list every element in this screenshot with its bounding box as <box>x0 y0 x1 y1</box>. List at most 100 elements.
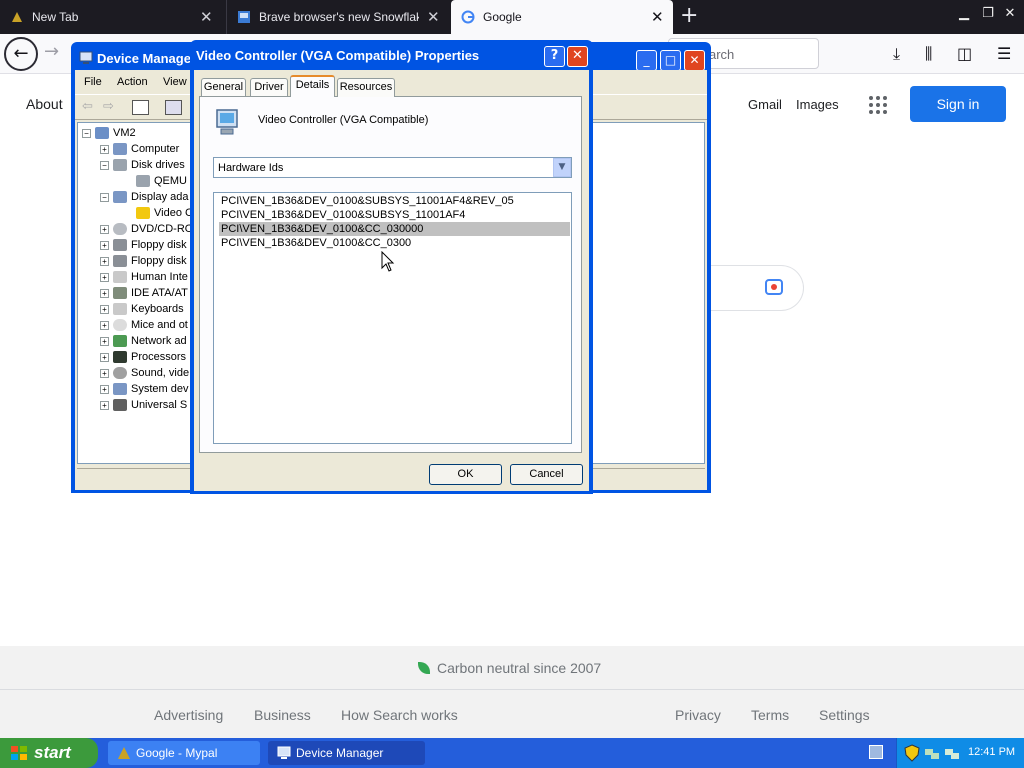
camera-lens-icon[interactable] <box>765 279 783 295</box>
close-dialog-icon[interactable]: ✕ <box>567 46 588 67</box>
list-item-selected[interactable]: PCI\VEN_1B36&DEV_0100&CC_030000 <box>219 222 570 236</box>
dialog-title: Video Controller (VGA Compatible) Proper… <box>196 48 480 63</box>
cancel-button[interactable]: Cancel <box>510 464 583 485</box>
menu-icon[interactable]: ☰ <box>997 44 1011 63</box>
security-shield-icon[interactable] <box>904 744 920 762</box>
ide-controller-icon <box>113 287 127 300</box>
tab-details[interactable]: Details <box>290 75 335 97</box>
google-g-icon <box>461 10 475 24</box>
carbon-neutral-text[interactable]: Carbon neutral since 2007 <box>437 660 601 676</box>
tree-item-sound-video[interactable]: + Sound, vide <box>100 367 189 383</box>
close-window-icon[interactable]: ✕ <box>1000 6 1020 21</box>
tab-new-tab[interactable]: New Tab ✕ <box>0 0 222 34</box>
tree-item-computer[interactable]: + Computer <box>100 143 179 159</box>
download-icon[interactable]: ⤓ <box>893 44 900 64</box>
tree-item-disk-drives[interactable]: − Disk drives <box>100 159 185 175</box>
tab-resources[interactable]: Resources <box>337 78 395 97</box>
google-search-box[interactable] <box>708 265 804 311</box>
help-icon[interactable]: ? <box>544 46 565 67</box>
tree-item-usb-controllers[interactable]: + Universal S <box>100 399 187 415</box>
search-field-placeholder: arch <box>709 47 735 62</box>
show-hide-tree-icon[interactable] <box>132 100 149 115</box>
floppy-icon <box>113 255 127 268</box>
tree-item-root[interactable]: − VM2 <box>82 127 136 143</box>
network-icon[interactable] <box>924 745 940 761</box>
sidebar-icon[interactable]: ◫ <box>957 44 972 63</box>
settings-link[interactable]: Settings <box>819 707 870 723</box>
usb-icon <box>113 399 127 412</box>
about-link[interactable]: About <box>26 96 63 112</box>
taskbar-item-device-manager[interactable]: Device Manager <box>268 741 425 765</box>
display-adapter-icon <box>216 109 238 135</box>
ok-button[interactable]: OK <box>429 464 502 485</box>
minimize-icon[interactable]: _ <box>636 50 657 71</box>
tree-item-floppy-drives[interactable]: + Floppy disk <box>100 255 187 271</box>
tab-driver[interactable]: Driver <box>250 78 288 97</box>
mypal-icon <box>12 12 22 22</box>
tree-item-system-devices[interactable]: + System dev <box>100 383 188 399</box>
menu-file[interactable]: File <box>84 76 102 88</box>
sign-in-button[interactable]: Sign in <box>910 86 1006 122</box>
taskbar-item-google[interactable]: Google - Mypal <box>108 741 260 765</box>
maximize-icon[interactable]: □ <box>660 50 681 71</box>
privacy-link[interactable]: Privacy <box>675 707 721 723</box>
device-manager-icon <box>277 746 291 759</box>
forward-arrow-icon[interactable]: ⇨ <box>103 99 114 114</box>
list-item[interactable]: PCI\VEN_1B36&DEV_0100&CC_0300 <box>219 236 570 250</box>
close-tab-icon[interactable]: ✕ <box>651 8 664 26</box>
system-device-icon <box>113 383 127 396</box>
property-dropdown[interactable]: Hardware Ids <box>213 157 572 178</box>
forward-button[interactable]: → <box>44 41 59 62</box>
tab-label: New Tab <box>32 10 79 24</box>
device-manager-icon <box>79 51 93 64</box>
apps-grid-icon[interactable] <box>868 95 888 115</box>
tab-brave-article[interactable]: Brave browser's new Snowflake fe ✕ <box>226 0 448 34</box>
tree-item-dvd-cdrom[interactable]: + DVD/CD-RO <box>100 223 193 239</box>
tree-item-display-adapters[interactable]: − Display ada <box>100 191 188 207</box>
menu-view[interactable]: View <box>163 76 187 88</box>
warning-icon <box>136 207 150 220</box>
advertising-link[interactable]: Advertising <box>154 707 223 723</box>
mouse-cursor-icon <box>381 251 395 272</box>
images-link[interactable]: Images <box>796 97 839 112</box>
new-tab-button[interactable]: + <box>680 3 698 28</box>
start-label: start <box>34 743 71 762</box>
network-icon[interactable] <box>944 745 960 761</box>
tree-item-video-controller[interactable]: Video C <box>136 207 193 223</box>
chevron-down-icon[interactable]: ▼ <box>553 158 571 177</box>
terms-link[interactable]: Terms <box>751 707 789 723</box>
tree-item-keyboards[interactable]: + Keyboards <box>100 303 184 319</box>
tree-item-network-adapters[interactable]: + Network ad <box>100 335 187 351</box>
tree-item-processors[interactable]: + Processors <box>100 351 186 367</box>
menu-action[interactable]: Action <box>117 76 148 88</box>
back-arrow-icon[interactable]: ⇦ <box>82 99 93 114</box>
taskbar-item-label: Device Manager <box>296 746 384 760</box>
library-icon[interactable]: ⫼ <box>925 44 932 64</box>
list-item[interactable]: PCI\VEN_1B36&DEV_0100&SUBSYS_11001AF4 <box>219 208 570 222</box>
tab-general[interactable]: General <box>201 78 246 97</box>
mypal-icon <box>118 747 130 759</box>
cd-drive-icon <box>113 223 127 236</box>
close-window-icon[interactable]: ✕ <box>684 50 705 71</box>
minimize-icon[interactable]: ▁ <box>954 6 974 21</box>
tree-item-floppy-controllers[interactable]: + Floppy disk <box>100 239 187 255</box>
close-tab-icon[interactable]: ✕ <box>200 8 213 26</box>
gmail-link[interactable]: Gmail <box>748 97 782 112</box>
restore-icon[interactable]: ❐ <box>978 6 998 21</box>
keyboard-layout-icon[interactable] <box>869 745 883 759</box>
tree-item-mice[interactable]: + Mice and ot <box>100 319 188 335</box>
clock[interactable]: 12:41 PM <box>968 746 1015 758</box>
device-manager-title: Device Manager <box>97 51 196 66</box>
tree-item-ide-ata[interactable]: + IDE ATA/AT <box>100 287 188 303</box>
tree-item-qemu-disk[interactable]: QEMU H <box>136 175 198 191</box>
properties-icon[interactable] <box>165 100 182 115</box>
list-item[interactable]: PCI\VEN_1B36&DEV_0100&SUBSYS_11001AF4&RE… <box>219 194 570 208</box>
business-link[interactable]: Business <box>254 707 311 723</box>
close-tab-icon[interactable]: ✕ <box>427 8 440 26</box>
tab-google[interactable]: Google ✕ <box>451 0 673 34</box>
tree-item-human-interface[interactable]: + Human Inte <box>100 271 188 287</box>
taskbar-item-label: Google - Mypal <box>136 746 218 760</box>
device-name: Video Controller (VGA Compatible) <box>258 114 429 126</box>
how-search-works-link[interactable]: How Search works <box>341 707 458 723</box>
back-button[interactable]: ← <box>4 37 38 71</box>
